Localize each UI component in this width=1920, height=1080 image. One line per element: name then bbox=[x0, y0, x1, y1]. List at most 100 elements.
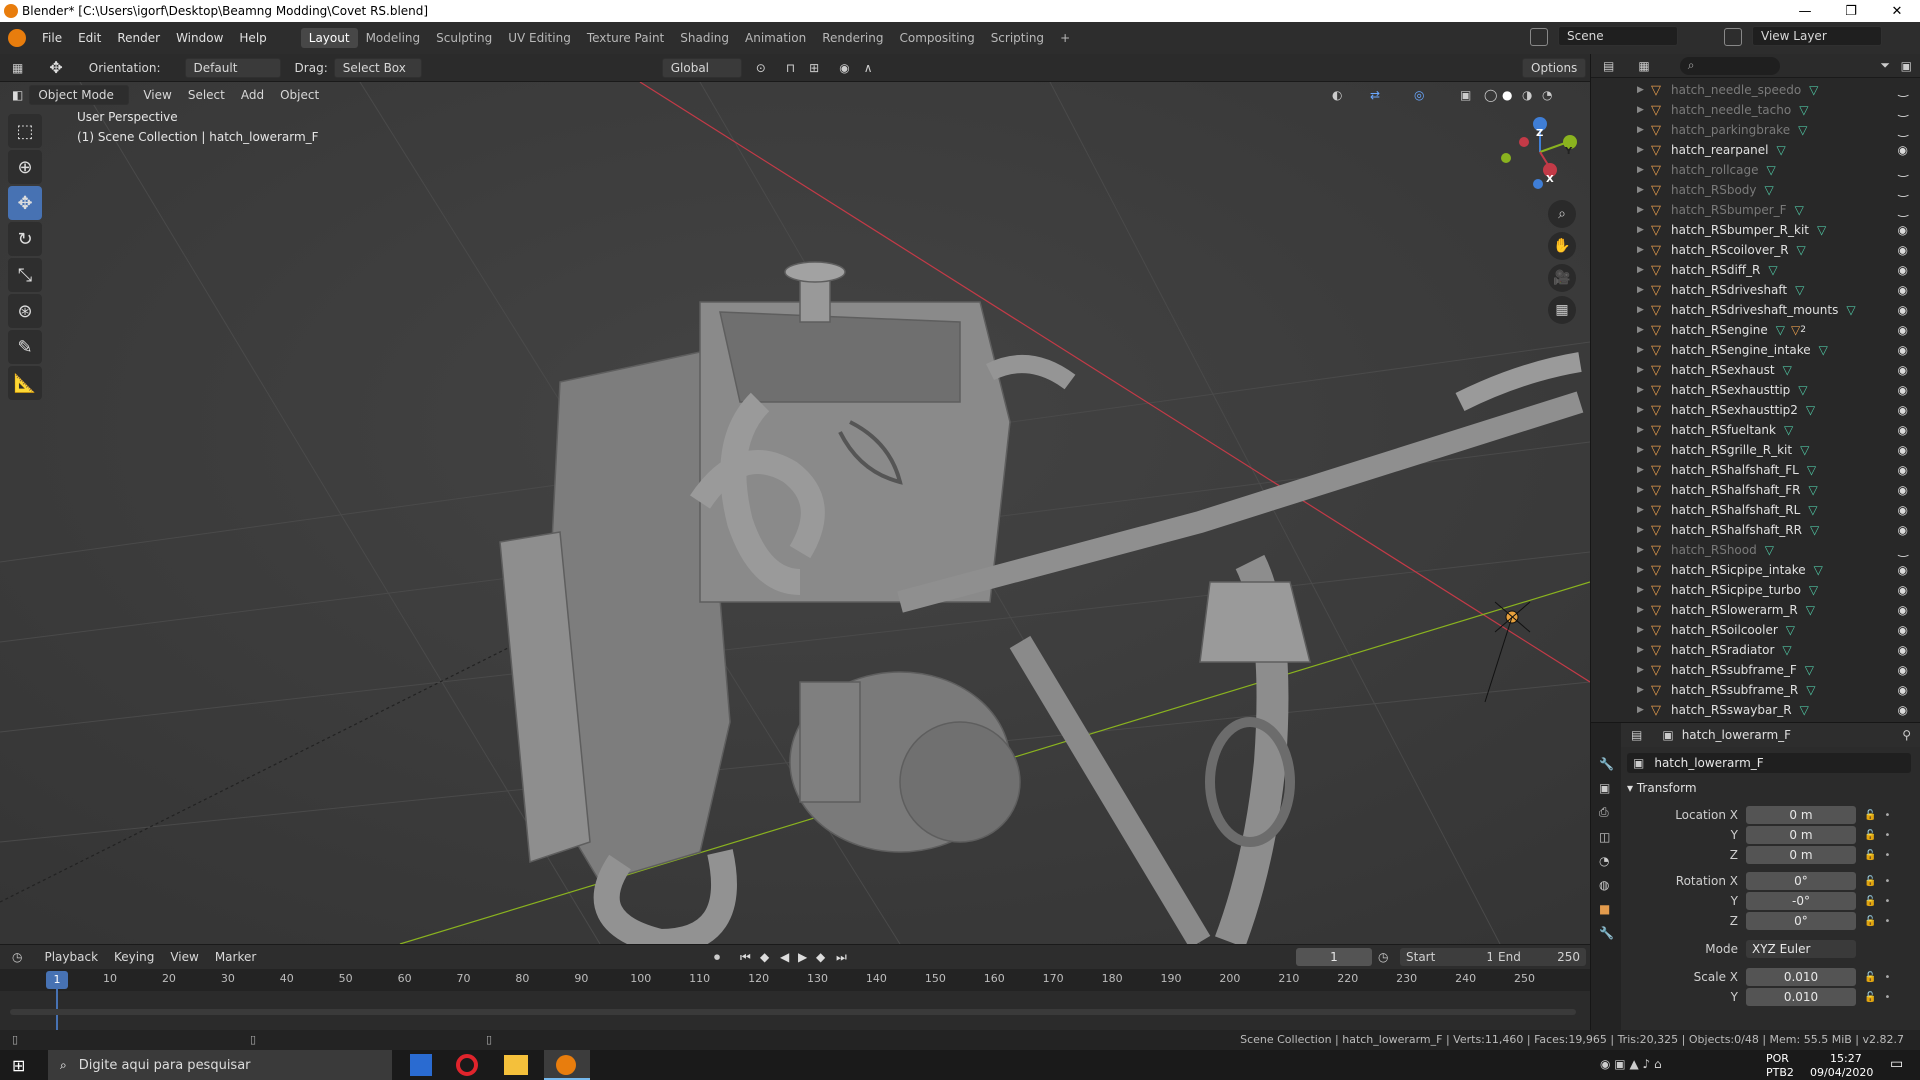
mesh-data-icon[interactable]: ▽ bbox=[1784, 423, 1793, 437]
expand-arrow-icon[interactable]: ▶ bbox=[1637, 245, 1647, 255]
minimize-button[interactable]: — bbox=[1782, 0, 1828, 22]
props-editor-icon[interactable]: ▤ bbox=[1631, 728, 1642, 742]
tab-rendering[interactable]: Rendering bbox=[814, 28, 891, 48]
transform-tool-icon[interactable]: ⊛ bbox=[8, 294, 42, 328]
modifier-tab-icon[interactable]: 🔧 bbox=[1599, 926, 1621, 940]
visible-eye-icon[interactable]: ◉ bbox=[1898, 463, 1908, 477]
snap-icon[interactable]: ⊓ bbox=[786, 61, 795, 75]
transform-space-dropdown[interactable]: Global bbox=[661, 57, 742, 78]
location-x-field[interactable]: 0 m bbox=[1746, 806, 1856, 824]
viewport-menu-view[interactable]: View bbox=[135, 88, 179, 102]
expand-arrow-icon[interactable]: ▶ bbox=[1637, 445, 1647, 455]
outliner-item[interactable]: ▶ ▽ hatch_needle_tacho ▽ ‿ bbox=[1591, 100, 1920, 120]
wireframe-shading-icon[interactable]: ◯ bbox=[1484, 88, 1497, 102]
keyframe-dot-icon[interactable]: • bbox=[1884, 876, 1890, 887]
ortho-grid-icon[interactable]: ▦ bbox=[1548, 296, 1576, 324]
outliner-item[interactable]: ▶ ▽ hatch_RSengine_intake ▽ ◉ bbox=[1591, 340, 1920, 360]
editor-type-icon[interactable]: ▦ bbox=[12, 61, 23, 75]
mesh-data-icon[interactable]: ▽ bbox=[1808, 503, 1817, 517]
lock-icon[interactable]: 🔓 bbox=[1864, 896, 1876, 907]
gizmo-y-label[interactable]: Y bbox=[1565, 146, 1572, 157]
menu-window[interactable]: Window bbox=[168, 31, 231, 45]
tab-modeling[interactable]: Modeling bbox=[358, 28, 429, 48]
mesh-data-icon[interactable]: ▽ bbox=[1809, 583, 1818, 597]
lock-icon[interactable]: 🔓 bbox=[1864, 810, 1876, 821]
expand-arrow-icon[interactable]: ▶ bbox=[1637, 125, 1647, 135]
visible-eye-icon[interactable]: ◉ bbox=[1898, 283, 1908, 297]
visible-eye-icon[interactable]: ◉ bbox=[1898, 683, 1908, 697]
add-workspace-button[interactable]: + bbox=[1052, 28, 1078, 48]
mode-dropdown[interactable]: Object Mode bbox=[29, 85, 130, 105]
mesh-data-icon[interactable]: ▽ bbox=[1800, 703, 1809, 717]
visible-eye-icon[interactable]: ◉ bbox=[1898, 703, 1908, 717]
overlay-toggle-icon[interactable]: ◎ bbox=[1414, 88, 1424, 102]
visible-eye-icon[interactable]: ◉ bbox=[1898, 143, 1908, 157]
maximize-button[interactable]: ❐ bbox=[1828, 0, 1874, 22]
play-reverse-icon[interactable]: ◀ bbox=[780, 950, 789, 964]
menu-help[interactable]: Help bbox=[231, 31, 274, 45]
mesh-data-icon[interactable]: ▽ bbox=[1776, 323, 1785, 337]
tab-sculpting[interactable]: Sculpting bbox=[428, 28, 500, 48]
gizmo-toggle-icon[interactable]: ⇄ bbox=[1370, 88, 1380, 102]
expand-arrow-icon[interactable]: ▶ bbox=[1637, 385, 1647, 395]
close-button[interactable]: ✕ bbox=[1874, 0, 1920, 22]
expand-arrow-icon[interactable]: ▶ bbox=[1637, 605, 1647, 615]
keyframe-dot-icon[interactable]: • bbox=[1884, 992, 1890, 1003]
cursor-tool-icon[interactable]: ⊕ bbox=[8, 150, 42, 184]
start-frame-field[interactable]: Start 1 bbox=[1400, 948, 1500, 966]
mesh-data-icon[interactable]: ▽ bbox=[1768, 263, 1777, 277]
clock-date[interactable]: 09/04/2020 bbox=[1810, 1066, 1873, 1079]
visible-eye-icon[interactable]: ◉ bbox=[1898, 443, 1908, 457]
keyframe-dot-icon[interactable]: • bbox=[1884, 896, 1890, 907]
frame-ruler[interactable]: 1102030405060708090100110120130140150160… bbox=[0, 969, 1590, 991]
outliner-item[interactable]: ▶ ▽ hatch_RSbumper_R_kit ▽ ◉ bbox=[1591, 220, 1920, 240]
outliner-item[interactable]: ▶ ▽ hatch_RShalfshaft_RL ▽ ◉ bbox=[1591, 500, 1920, 520]
outliner-item[interactable]: ▶ ▽ hatch_RSexhausttip2 ▽ ◉ bbox=[1591, 400, 1920, 420]
prev-keyframe-icon[interactable]: ◆ bbox=[760, 950, 769, 964]
expand-arrow-icon[interactable]: ▶ bbox=[1637, 645, 1647, 655]
outliner-item[interactable]: ▶ ▽ hatch_RSdriveshaft ▽ ◉ bbox=[1591, 280, 1920, 300]
options-dropdown[interactable]: Options bbox=[1522, 58, 1587, 78]
taskbar-search[interactable]: ⌕ Digite aqui para pesquisar bbox=[48, 1050, 392, 1080]
pan-hand-icon[interactable]: ✋ bbox=[1548, 232, 1576, 260]
select-box-tool-icon[interactable]: ⬚ bbox=[8, 114, 42, 148]
mesh-data-icon[interactable]: ▽ bbox=[1814, 563, 1823, 577]
material-icon[interactable]: ▽ bbox=[1791, 323, 1800, 337]
expand-arrow-icon[interactable]: ▶ bbox=[1637, 565, 1647, 575]
tab-compositing[interactable]: Compositing bbox=[891, 28, 982, 48]
expand-arrow-icon[interactable]: ▶ bbox=[1637, 585, 1647, 595]
transform-panel-header[interactable]: ▾ Transform bbox=[1627, 781, 1697, 795]
hidden-eye-icon[interactable]: ‿ bbox=[1898, 543, 1908, 557]
visible-eye-icon[interactable]: ◉ bbox=[1898, 383, 1908, 397]
outliner-item[interactable]: ▶ ▽ hatch_RSengine ▽ ▽ 2 ◉ bbox=[1591, 320, 1920, 340]
mesh-data-icon[interactable]: ▽ bbox=[1782, 643, 1791, 657]
record-icon[interactable]: ⏺ bbox=[714, 950, 720, 965]
jump-end-icon[interactable]: ⏭ bbox=[836, 950, 847, 965]
snap-target-icon[interactable]: ⊞ bbox=[809, 61, 819, 75]
visibility-icon[interactable]: ◐ bbox=[1332, 88, 1342, 102]
timeline-menu-keying[interactable]: Keying bbox=[106, 950, 162, 964]
camera-view-icon[interactable]: 🎥 bbox=[1548, 264, 1576, 292]
mesh-data-icon[interactable]: ▽ bbox=[1765, 543, 1774, 557]
expand-arrow-icon[interactable]: ▶ bbox=[1637, 425, 1647, 435]
expand-arrow-icon[interactable]: ▶ bbox=[1637, 185, 1647, 195]
visible-eye-icon[interactable]: ◉ bbox=[1898, 603, 1908, 617]
filter-icon[interactable]: ⏷ bbox=[1880, 58, 1890, 73]
outliner-item[interactable]: ▶ ▽ hatch_RShood ▽ ‿ bbox=[1591, 540, 1920, 560]
viewport-menu-select[interactable]: Select bbox=[180, 88, 233, 102]
expand-arrow-icon[interactable]: ▶ bbox=[1637, 625, 1647, 635]
visible-eye-icon[interactable]: ◉ bbox=[1898, 403, 1908, 417]
clock-time[interactable]: 15:27 bbox=[1830, 1052, 1862, 1065]
windows-start-icon[interactable]: ⊞ bbox=[12, 1056, 25, 1075]
tool-tab-icon[interactable]: 🔧 bbox=[1599, 757, 1621, 771]
visible-eye-icon[interactable]: ◉ bbox=[1898, 423, 1908, 437]
outliner-item[interactable]: ▶ ▽ hatch_rearpanel ▽ ◉ bbox=[1591, 140, 1920, 160]
outliner-item[interactable]: ▶ ▽ hatch_RShalfshaft_FL ▽ ◉ bbox=[1591, 460, 1920, 480]
file-explorer-icon[interactable] bbox=[504, 1055, 528, 1075]
visible-eye-icon[interactable]: ◉ bbox=[1898, 563, 1908, 577]
outliner-item[interactable]: ▶ ▽ hatch_RScoilover_R ▽ ◉ bbox=[1591, 240, 1920, 260]
mesh-data-icon[interactable]: ▽ bbox=[1795, 203, 1804, 217]
menu-edit[interactable]: Edit bbox=[70, 31, 109, 45]
scale-tool-icon[interactable]: ⤡ bbox=[8, 258, 42, 292]
3d-viewport[interactable]: Z Y X bbox=[0, 82, 1590, 944]
